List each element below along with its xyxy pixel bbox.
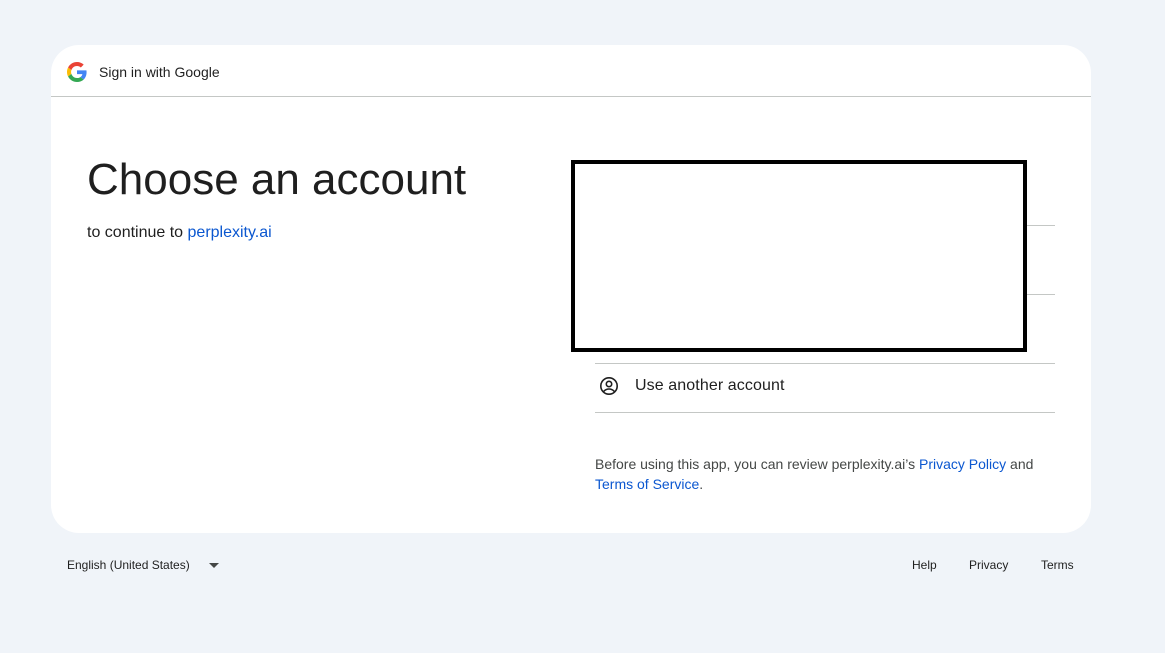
subheading: to continue to perplexity.ai — [87, 222, 272, 244]
card-header: Sign in with Google — [51, 45, 1091, 97]
privacy-policy-link[interactable]: Privacy Policy — [919, 456, 1006, 472]
footer-terms-link[interactable]: Terms — [1041, 558, 1074, 572]
language-select[interactable]: English (United States) — [67, 558, 190, 572]
disclaimer-prefix: Before using this app, you can review pe… — [595, 456, 919, 472]
use-another-account-button[interactable]: Use another account — [595, 360, 1055, 413]
subheading-prefix: to continue to — [87, 224, 188, 241]
disclaimer-period: . — [699, 476, 704, 492]
google-g-icon — [67, 62, 87, 82]
use-another-account-label: Use another account — [635, 377, 785, 394]
footer-help-link[interactable]: Help — [912, 558, 937, 572]
disclaimer-and: and — [1006, 456, 1034, 472]
header-title: Sign in with Google — [99, 64, 220, 80]
page: Sign in with Google Choose an account to… — [0, 0, 1165, 653]
disclaimer: Before using this app, you can review pe… — [595, 454, 1065, 494]
dropdown-caret-icon[interactable] — [209, 563, 219, 568]
footer-privacy-link[interactable]: Privacy — [969, 558, 1008, 572]
sign-in-card: Sign in with Google Choose an account to… — [51, 45, 1091, 533]
page-title: Choose an account — [87, 155, 467, 204]
terms-of-service-link[interactable]: Terms of Service — [595, 476, 699, 492]
redaction-box — [571, 160, 1027, 352]
account-circle-icon — [600, 377, 618, 395]
footer: English (United States) Help Privacy Ter… — [0, 555, 1165, 575]
app-link[interactable]: perplexity.ai — [188, 224, 272, 241]
